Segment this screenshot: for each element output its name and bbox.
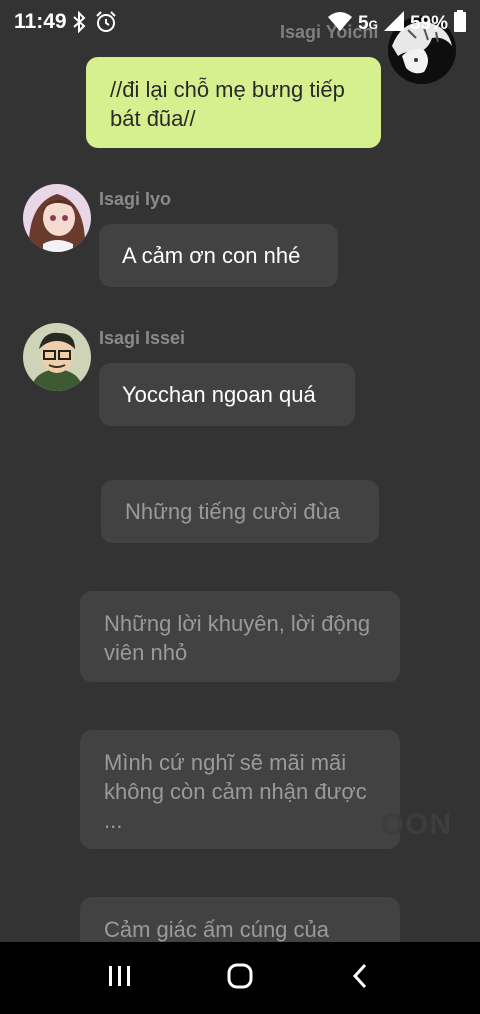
back-button[interactable] — [330, 948, 390, 1008]
battery-percentage: 59% — [409, 12, 448, 34]
avatar-isagi-issei[interactable] — [23, 323, 91, 391]
recent-apps-icon — [107, 964, 133, 993]
message-bubble[interactable]: A cảm ơn con nhé — [99, 224, 338, 287]
chat-area[interactable]: Isagi Yoichi //đi lại chỗ mẹ bưng tiếp b… — [0, 0, 480, 942]
bluetooth-icon — [72, 10, 86, 38]
alarm-icon — [94, 10, 118, 39]
message-text: Yocchan ngoan quá — [122, 382, 316, 407]
sender-name: Isagi Issei — [99, 328, 186, 348]
home-button[interactable] — [210, 948, 270, 1008]
navigation-bar — [0, 942, 480, 1014]
message-text: //đi lại chỗ mẹ bưng tiếp bát đũa// — [110, 77, 345, 131]
message-text: Những lời khuyên, lời động viên nhỏ — [104, 611, 371, 665]
message-bubble[interactable]: Yocchan ngoan quá — [99, 363, 355, 426]
back-icon — [350, 963, 370, 994]
message-text: Những tiếng cười đùa — [125, 499, 341, 524]
home-icon — [226, 962, 254, 995]
narration-bubble[interactable]: Những lời khuyên, lời động viên nhỏ — [80, 591, 400, 682]
sender-name: Isagi Iyo — [99, 189, 172, 209]
status-time: 11:49 — [14, 10, 67, 33]
recent-apps-button[interactable] — [90, 948, 150, 1008]
watermark: OON — [380, 808, 452, 841]
status-bar: 11:49 5G 59% — [0, 0, 480, 46]
narration-bubble[interactable]: Những tiếng cười đùa — [101, 480, 379, 543]
narration-bubble[interactable]: Cảm giác ấm cúng của — [80, 897, 400, 942]
message-text: Cảm giác ấm cúng của — [104, 917, 329, 942]
battery-icon — [454, 10, 466, 37]
message-text: A cảm ơn con nhé — [122, 243, 301, 268]
avatar-isagi-iyo[interactable] — [23, 184, 91, 252]
wifi-icon — [328, 11, 353, 36]
network-indicator: 5G — [358, 12, 378, 34]
narration-bubble[interactable]: Mình cứ nghĩ sẽ mãi mãi không còn cảm nh… — [80, 730, 400, 849]
message-text: Mình cứ nghĩ sẽ mãi mãi không còn cảm nh… — [104, 750, 367, 833]
status-left-icons — [72, 10, 118, 39]
signal-icon — [383, 11, 404, 36]
status-right-icons: 5G 59% — [328, 10, 466, 37]
my-message-bubble[interactable]: //đi lại chỗ mẹ bưng tiếp bát đũa// — [86, 57, 381, 148]
